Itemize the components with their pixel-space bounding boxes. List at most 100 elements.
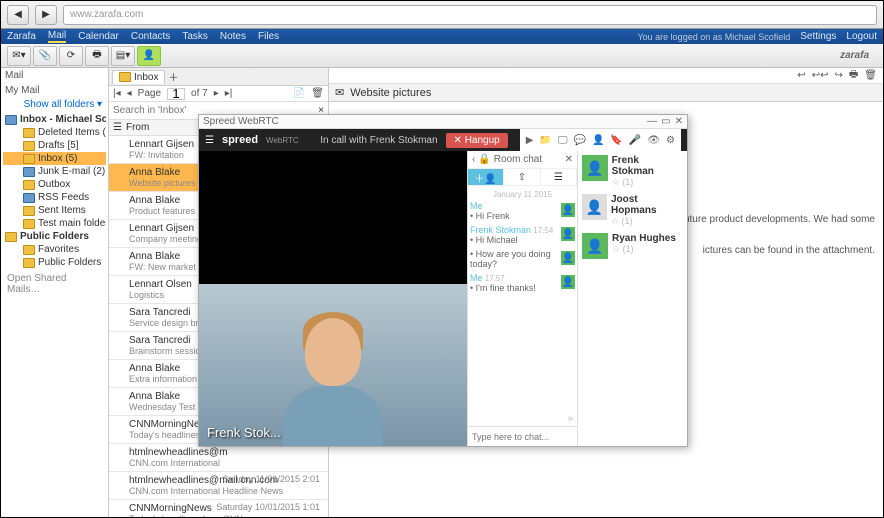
show-all-folders[interactable]: Show all folders ▾: [1, 98, 108, 111]
compose-button[interactable]: ✉▾: [7, 46, 31, 66]
next-page[interactable]: ▸: [214, 88, 219, 99]
delete-icon[interactable]: 🗑: [311, 88, 324, 99]
chat-message: Me 17:57• I'm fine thanks!👤: [470, 273, 575, 293]
participants-panel: 👤Frenk Stokman☆ (1) 👤Joost Hopmans☆ (1) 👤R…: [577, 151, 687, 446]
chat-more-button[interactable]: ☰: [541, 169, 577, 185]
spreed-sub: WebRTC: [266, 136, 299, 145]
forward-icon[interactable]: ↪: [834, 70, 842, 81]
folder-drafts-5-[interactable]: Drafts [5]: [3, 139, 106, 152]
video-icon[interactable]: ▶: [526, 135, 534, 146]
bookmark-icon[interactable]: 🔖: [610, 135, 622, 146]
video-feed: Frenk Stok...: [199, 151, 467, 446]
webrtc-window: Spreed WebRTC — ▭ ✕ ☰ spreed WebRTC In c…: [198, 114, 688, 447]
print-icon[interactable]: 🖶: [849, 67, 858, 84]
chat-message: • How are you doing today?👤: [470, 249, 575, 269]
trash-icon[interactable]: 🗑: [864, 70, 877, 81]
mail-icon: ✉: [335, 86, 344, 99]
page-label: Page: [138, 88, 161, 99]
video-participant-name: Frenk Stok...: [207, 425, 281, 440]
new-tab-button[interactable]: ＋: [168, 69, 178, 84]
my-mail-label: My Mail: [1, 83, 108, 98]
chat-back-icon[interactable]: ‹: [472, 154, 475, 165]
hangup-button[interactable]: ✕ Hangup: [446, 133, 508, 148]
view-icon[interactable]: 👁: [647, 135, 660, 146]
reply-icon[interactable]: ↩: [797, 70, 805, 81]
menu-notes[interactable]: Notes: [220, 31, 246, 42]
menu-tasks[interactable]: Tasks: [182, 31, 208, 42]
reply-all-icon[interactable]: ↩↩: [812, 70, 829, 81]
mic-icon[interactable]: 🎤: [629, 135, 641, 146]
folder-inbox-michael-scofield[interactable]: Inbox - Michael Scofield: [3, 113, 106, 126]
people-icon[interactable]: 👤: [592, 135, 604, 146]
folder-test-main-folder[interactable]: Test main folder: [3, 217, 106, 230]
share-icon[interactable]: 📁: [539, 135, 551, 146]
spreed-logo: spreed: [222, 134, 258, 146]
chat-close-icon[interactable]: ✕: [565, 154, 573, 165]
menu-contacts[interactable]: Contacts: [131, 31, 170, 42]
call-status: In call with Frenk Stokman: [320, 135, 437, 146]
chat-message: Frenk Stokman 17:54• Hi Michael👤: [470, 225, 575, 245]
chat-upload-button[interactable]: ⇧: [504, 169, 540, 185]
menu-files[interactable]: Files: [258, 31, 279, 42]
icon-col[interactable]: ☰: [113, 122, 122, 133]
folder-junk-e-mail-2-[interactable]: Junk E-mail (2): [3, 165, 106, 178]
maximize-icon[interactable]: ▭: [661, 116, 670, 127]
webrtc-button[interactable]: 👤: [137, 46, 161, 66]
refresh-button[interactable]: ⟳: [59, 46, 83, 66]
forward-button[interactable]: ▶: [35, 5, 57, 25]
add-person-button[interactable]: ＋👤: [468, 169, 504, 185]
mail-subject: Website pictures: [350, 87, 431, 99]
sidebar-title: Mail: [1, 68, 108, 83]
layout-button[interactable]: ▤▾: [111, 46, 135, 66]
menu-calendar[interactable]: Calendar: [78, 31, 119, 42]
participant[interactable]: 👤Ryan Hughes☆ (1): [582, 233, 683, 259]
close-icon[interactable]: ✕: [675, 116, 683, 127]
page-of: of 7: [191, 88, 208, 99]
message-row[interactable]: htmlnewheadlines@mail.cnn.comCNN.com Int…: [109, 472, 328, 500]
back-button[interactable]: ◀: [7, 5, 29, 25]
folder-outbox[interactable]: Outbox: [3, 178, 106, 191]
print-button[interactable]: 🖶: [85, 46, 109, 66]
minimize-icon[interactable]: —: [647, 116, 657, 127]
folder-favorites[interactable]: Favorites: [3, 243, 106, 256]
folder-sidebar: Mail My Mail Show all folders ▾ Inbox - …: [1, 68, 109, 517]
attach-button[interactable]: 📎: [33, 46, 57, 66]
address-bar[interactable]: www.zarafa.com: [63, 5, 877, 25]
folder-deleted-items-8-[interactable]: Deleted Items (8): [3, 126, 106, 139]
folder-sent-items[interactable]: Sent Items: [3, 204, 106, 217]
message-row[interactable]: CNNMorningNewsToday's headlines from CNN…: [109, 500, 328, 517]
chat-title: Room chat: [494, 154, 542, 165]
gear-icon[interactable]: ⚙: [666, 135, 675, 146]
participant[interactable]: 👤Frenk Stokman☆ (1): [582, 155, 683, 188]
folder-rss-feeds[interactable]: RSS Feeds: [3, 191, 106, 204]
copy-icon[interactable]: 📄: [293, 88, 305, 99]
toolbar: ✉▾ 📎 ⟳ 🖶 ▤▾ 👤 zarafa: [1, 44, 883, 68]
chat-icon[interactable]: 💬: [574, 135, 586, 146]
chat-input[interactable]: [468, 427, 577, 446]
from-header[interactable]: From: [126, 122, 149, 133]
menu-mail[interactable]: Mail: [48, 30, 66, 43]
collapse-icon[interactable]: »: [468, 411, 577, 426]
participant[interactable]: 👤Joost Hopmans☆ (1): [582, 194, 683, 227]
main-menu: Zarafa Mail Calendar Contacts Tasks Note…: [1, 29, 883, 44]
page-input[interactable]: [167, 88, 185, 100]
folder-public-folders[interactable]: Public Folders: [3, 256, 106, 269]
chat-panel: ‹ 🔒 Room chat ✕ ＋👤 ⇧ ☰ January 11 2015Me…: [467, 151, 577, 446]
chat-message: Me• Hi Frenk👤: [470, 201, 575, 221]
last-page[interactable]: ▸|: [225, 88, 233, 99]
prev-page[interactable]: ◂: [127, 88, 132, 99]
menu-icon[interactable]: ☰: [205, 135, 214, 146]
pager: |◂ ◂ Page of 7 ▸ ▸| 📄 🗑: [109, 86, 328, 102]
open-shared-link[interactable]: Open Shared Mails…: [1, 271, 108, 297]
folder-inbox-5-[interactable]: Inbox (5): [3, 152, 106, 165]
folder-public-folders[interactable]: Public Folders: [3, 230, 106, 243]
message-row[interactable]: htmlnewheadlines@mCNN.com International: [109, 444, 328, 472]
webrtc-title: Spreed WebRTC: [203, 116, 279, 127]
screen-icon[interactable]: 🖵: [558, 135, 568, 146]
inbox-tab[interactable]: Inbox: [112, 70, 165, 84]
logged-in-text: You are logged on as Michael Scofield: [637, 32, 790, 42]
app-menu[interactable]: Zarafa: [7, 31, 36, 42]
first-page[interactable]: |◂: [113, 88, 121, 99]
logout-link[interactable]: Logout: [846, 31, 877, 42]
settings-link[interactable]: Settings: [800, 31, 836, 42]
